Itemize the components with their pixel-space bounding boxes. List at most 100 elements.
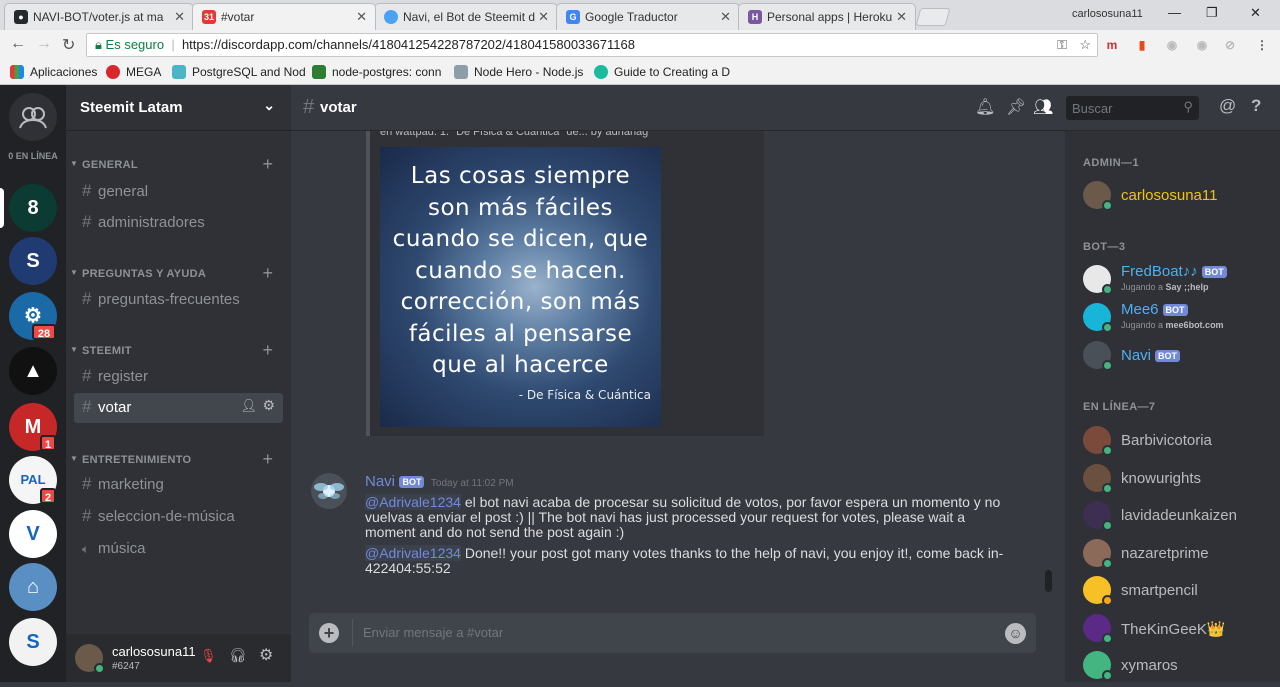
member-item[interactable]: lavidadeunkaizen xyxy=(1083,501,1273,537)
mega-extension-icon[interactable]: m xyxy=(1104,37,1120,53)
bookmark-guide[interactable]: Guide to Creating a D xyxy=(594,65,730,79)
profile-name[interactable]: carlososuna11 xyxy=(1072,8,1143,20)
address-bar[interactable]: 🔒︎ Es seguro | https://discordapp.com/ch… xyxy=(86,33,1098,57)
create-channel-icon[interactable]: + xyxy=(262,340,273,361)
create-channel-icon[interactable]: + xyxy=(262,449,273,470)
avatar[interactable] xyxy=(311,473,347,509)
bookmark-apps[interactable]: Aplicaciones xyxy=(10,65,97,79)
member-item[interactable]: TheKinGeeK👑 xyxy=(1083,613,1273,650)
channel-administradores[interactable]: # administradores xyxy=(74,208,283,238)
embed-image[interactable]: Las cosas siempre son más fáciles cuando s… xyxy=(380,147,661,427)
add-user-icon[interactable]: 👤︎ xyxy=(240,398,257,414)
key-icon[interactable]: ⚿ xyxy=(1057,34,1067,56)
server-icon-guild-1[interactable]: 8 xyxy=(9,184,57,232)
message-input[interactable]: Enviar mensaje a #votar xyxy=(363,625,503,640)
member-item[interactable]: Barbivicotoria xyxy=(1083,426,1273,462)
member-item[interactable]: smartpencil xyxy=(1083,576,1273,612)
star-icon[interactable]: ☆ xyxy=(1079,34,1091,56)
channel-register[interactable]: # register xyxy=(74,362,283,392)
menu-icon[interactable]: ⋮ xyxy=(1254,37,1270,53)
hash-icon: # xyxy=(82,474,92,493)
secure-label: Es seguro xyxy=(105,37,165,52)
tab-title: NAVI-BOT/voter.js at ma xyxy=(33,10,164,24)
member-list-icon[interactable]: 👥︎ xyxy=(1033,97,1053,117)
channel-musica[interactable]: 🔈︎ música xyxy=(74,534,283,564)
browser-tab-translate[interactable]: G Google Traductor ✕ xyxy=(556,3,740,30)
member-item[interactable]: nazaretprime xyxy=(1083,538,1273,575)
channel-votar[interactable]: # votar 👤︎ ⚙ xyxy=(74,393,283,423)
forward-icon[interactable]: → xyxy=(36,35,52,53)
category-general[interactable]: ▼ GENERAL xyxy=(70,159,138,171)
channel-marketing[interactable]: # marketing xyxy=(74,470,283,500)
gear-icon[interactable]: ⚙ xyxy=(262,397,275,414)
browser-tab-github[interactable]: ● NAVI-BOT/voter.js at ma ✕ xyxy=(4,3,194,30)
browser-tab-navi[interactable]: Navi, el Bot de Steemit d ✕ xyxy=(374,3,558,30)
server-header[interactable]: Steemit Latam ⌄ xyxy=(66,85,291,131)
mention-badge: 28 xyxy=(32,324,56,340)
maximize-icon[interactable]: ❐ xyxy=(1206,5,1218,21)
close-icon[interactable]: ✕ xyxy=(174,9,185,25)
member-activity: Jugando a Say ;;help xyxy=(1121,282,1209,292)
search-input[interactable]: Buscar ⚲ xyxy=(1066,96,1199,120)
reload-icon[interactable]: ↻ xyxy=(62,35,75,55)
category-steemit[interactable]: ▼ STEEMIT xyxy=(70,345,132,357)
scrollbar-thumb[interactable] xyxy=(1045,570,1052,592)
extension-icon[interactable]: ◉ xyxy=(1194,37,1210,53)
status-indicator xyxy=(1102,322,1113,333)
user-mention[interactable]: @Adrivale1234 xyxy=(365,494,461,510)
category-preguntas[interactable]: ▼ PREGUNTAS Y AYUDA xyxy=(70,268,206,280)
server-icon-guild-2[interactable]: S xyxy=(9,237,57,285)
mention-badge: 2 xyxy=(40,488,56,504)
office-extension-icon[interactable]: ▮ xyxy=(1134,37,1150,53)
member-name: TheKinGeeK👑 xyxy=(1121,620,1226,638)
bookmark-node-hero[interactable]: Node Hero - Node.js xyxy=(454,65,583,79)
extension-icon[interactable]: ◉ xyxy=(1164,37,1180,53)
server-icon-guild-9[interactable]: S xyxy=(9,618,57,666)
server-icon-guild-7[interactable]: V xyxy=(9,510,57,558)
create-channel-icon[interactable]: + xyxy=(262,154,273,175)
channel-preguntas-frecuentes[interactable]: # preguntas-frecuentes xyxy=(74,285,283,315)
bell-icon[interactable]: 🔔︎ xyxy=(975,97,995,117)
member-item[interactable]: FredBoat♪♪ BOT Jugando a Say ;;help xyxy=(1083,263,1273,301)
user-mention[interactable]: @Adrivale1234 xyxy=(365,545,461,561)
channel-seleccion-de-musica[interactable]: # seleccion-de-música xyxy=(74,502,283,532)
member-item[interactable]: carlososuna11 xyxy=(1083,181,1273,217)
status-indicator xyxy=(1102,482,1113,494)
mentions-icon[interactable]: @ xyxy=(1219,96,1236,116)
back-icon[interactable]: ← xyxy=(10,35,26,53)
channel-general[interactable]: # general xyxy=(74,177,283,207)
close-icon[interactable]: ✕ xyxy=(720,9,731,25)
server-icon-guild-8[interactable]: ⌂ xyxy=(9,563,57,611)
extension-icon[interactable]: ⊘ xyxy=(1222,37,1238,53)
message-author[interactable]: Navi xyxy=(365,473,395,490)
pin-icon[interactable]: 📌︎ xyxy=(1006,97,1026,117)
browser-tab-strip: ● NAVI-BOT/voter.js at ma ✕ 31 #votar ✕ … xyxy=(0,0,1280,30)
server-icon-guild-4[interactable]: ▲ xyxy=(9,347,57,395)
chevron-down-icon[interactable]: ⌄ xyxy=(263,97,275,114)
browser-tab-heroku[interactable]: H Personal apps | Heroku ✕ xyxy=(738,3,916,30)
headphones-icon[interactable]: 🎧︎ xyxy=(229,647,247,664)
emoji-icon[interactable]: ☺ xyxy=(1005,623,1026,644)
bookmark-mega[interactable]: MEGA xyxy=(106,65,161,79)
status-indicator xyxy=(1102,670,1113,681)
bookmark-node-postgres[interactable]: node-postgres: conn xyxy=(312,65,441,79)
mute-microphone-icon[interactable]: 🎙︎ xyxy=(200,648,217,664)
gear-icon[interactable]: ⚙ xyxy=(259,645,273,665)
close-icon[interactable]: ✕ xyxy=(896,9,907,25)
close-icon[interactable]: ✕ xyxy=(356,9,367,25)
new-tab-button[interactable] xyxy=(915,8,951,26)
member-item[interactable]: Navi BOT xyxy=(1083,341,1273,377)
close-icon[interactable]: ✕ xyxy=(538,9,549,25)
friends-home-button[interactable] xyxy=(9,93,57,141)
help-icon[interactable]: ? xyxy=(1251,96,1261,116)
member-item[interactable]: knowurights xyxy=(1083,463,1273,500)
category-entretenimiento[interactable]: ▼ ENTRETENIMIENTO xyxy=(70,454,191,466)
upload-plus-icon[interactable]: + xyxy=(319,623,339,643)
bookmark-postgres[interactable]: PostgreSQL and Nod xyxy=(172,65,306,79)
close-window-icon[interactable]: ✕ xyxy=(1250,5,1261,21)
browser-tab-votar[interactable]: 31 #votar ✕ xyxy=(192,3,376,30)
quote-line: cuando se hacen. xyxy=(415,257,626,284)
minimize-icon[interactable]: — xyxy=(1168,5,1181,20)
create-channel-icon[interactable]: + xyxy=(262,263,273,284)
member-item[interactable]: Mee6 BOT Jugando a mee6bot.com xyxy=(1083,301,1273,339)
